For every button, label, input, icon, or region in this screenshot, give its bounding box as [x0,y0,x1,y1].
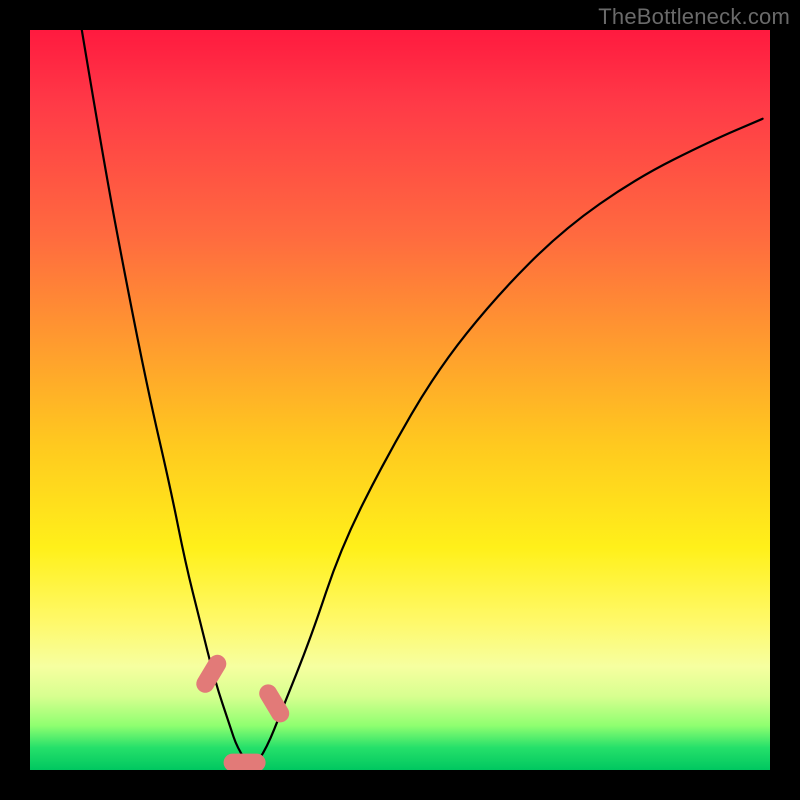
right-tick [268,693,280,713]
gradient-plot-area [30,30,770,770]
bottleneck-curve-svg [30,30,770,770]
bottleneck-curve-path [82,30,763,764]
marker-group [205,664,280,763]
left-tick [205,664,217,684]
watermark-text: TheBottleneck.com [598,4,790,30]
outer-frame: TheBottleneck.com [0,0,800,800]
